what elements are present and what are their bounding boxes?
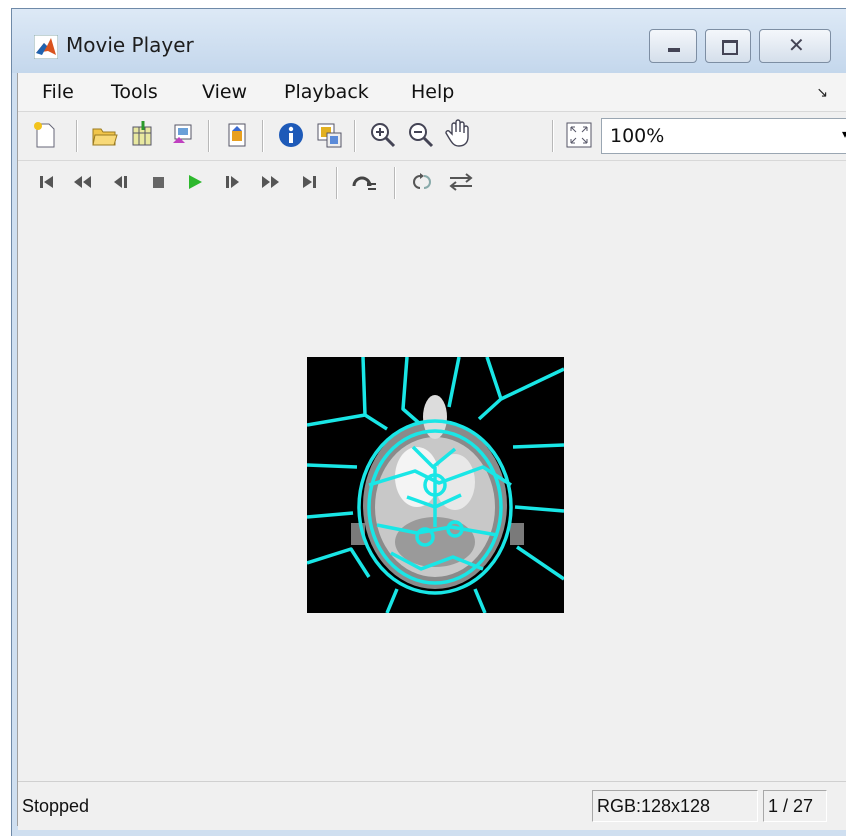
menu-bar: File Tools View Playback Help ↘: [18, 73, 846, 111]
rewind-icon[interactable]: [68, 167, 98, 197]
frame-format: RGB:128x128: [592, 790, 758, 822]
menu-file[interactable]: File: [42, 81, 74, 103]
fit-to-window-icon[interactable]: [564, 120, 594, 150]
stop-icon[interactable]: [144, 167, 174, 197]
brain-mri-frame-image: [306, 356, 565, 614]
step-back-icon[interactable]: [106, 167, 136, 197]
zoom-in-icon[interactable]: [368, 120, 398, 150]
step-forward-icon[interactable]: [218, 167, 248, 197]
frame-counter[interactable]: 1 / 27: [763, 790, 827, 822]
display-configuration-icon[interactable]: [222, 120, 252, 150]
movie-player-window: Movie Player ✕ File Tools View Playback …: [11, 8, 846, 836]
window-title: Movie Player: [66, 33, 194, 57]
matlab-icon: [34, 35, 58, 59]
dock-arrow-icon[interactable]: ↘: [816, 85, 828, 101]
maximize-button[interactable]: [705, 29, 751, 63]
minimize-button[interactable]: [649, 29, 697, 63]
zoom-out-icon[interactable]: [406, 120, 436, 150]
jump-to-icon[interactable]: [350, 167, 380, 197]
pan-icon[interactable]: [444, 118, 474, 148]
title-bar[interactable]: Movie Player ✕: [12, 9, 846, 73]
import-workspace-icon[interactable]: [128, 120, 158, 150]
menu-help[interactable]: Help: [411, 81, 454, 103]
forward-backward-icon[interactable]: [446, 167, 476, 197]
maximize-icon: [722, 40, 738, 55]
playback-status: Stopped: [22, 796, 90, 816]
repeat-icon[interactable]: [408, 167, 438, 197]
playback-toolbar: [18, 160, 846, 206]
play-icon[interactable]: [180, 167, 210, 197]
movie-frame: [306, 356, 565, 614]
minimize-icon: [668, 48, 680, 52]
menu-view[interactable]: View: [202, 81, 247, 103]
menu-playback[interactable]: Playback: [284, 81, 369, 103]
close-button[interactable]: ✕: [759, 29, 831, 63]
open-file-icon[interactable]: [90, 120, 120, 150]
zoom-level-value: 100%: [610, 125, 665, 147]
new-window-icon[interactable]: [30, 120, 60, 150]
client-area: File Tools View Playback Help ↘ 100% ▾ S…: [17, 73, 846, 830]
chevron-down-icon: ▾: [841, 127, 846, 141]
fast-forward-icon[interactable]: [256, 167, 286, 197]
info-icon[interactable]: [276, 120, 306, 150]
go-to-first-icon[interactable]: [32, 167, 62, 197]
video-viewport: [18, 205, 846, 779]
colormap-icon[interactable]: [314, 120, 344, 150]
menu-tools[interactable]: Tools: [111, 81, 158, 103]
main-toolbar: 100% ▾: [18, 111, 846, 160]
close-icon: ✕: [788, 33, 805, 57]
go-to-last-icon[interactable]: [294, 167, 324, 197]
zoom-level-select[interactable]: 100% ▾: [601, 118, 846, 154]
export-icon[interactable]: [168, 120, 198, 150]
status-bar: Stopped RGB:128x128 1 / 27: [18, 781, 846, 830]
